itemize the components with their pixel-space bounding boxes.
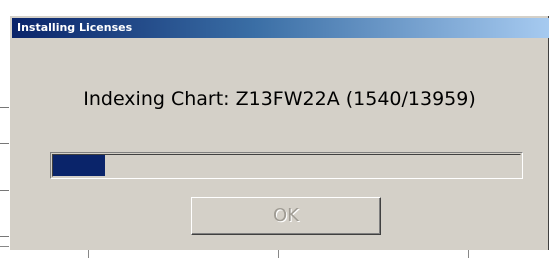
ok-button[interactable]: OK (191, 197, 381, 235)
progress-fill (53, 155, 105, 176)
indexing-progress-bar (50, 152, 523, 179)
indexing-status-message: Indexing Chart: Z13FW22A (1540/13959) (83, 88, 476, 110)
dialog-titlebar[interactable]: Installing Licenses (12, 18, 549, 38)
installing-licenses-dialog: Installing Licenses Indexing Chart: Z13F… (9, 15, 549, 250)
dialog-title: Installing Licenses (17, 21, 133, 34)
progress-track (52, 154, 521, 177)
